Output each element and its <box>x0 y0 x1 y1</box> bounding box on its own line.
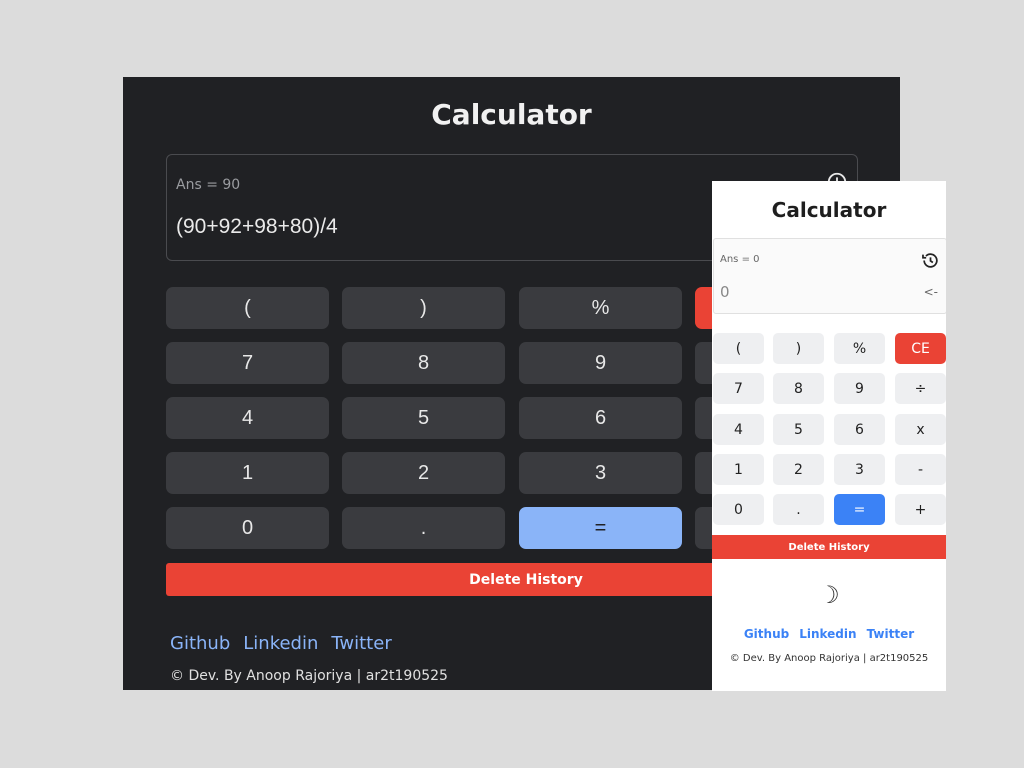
key-plus[interactable]: + <box>895 494 946 525</box>
key-equals[interactable]: = <box>519 507 682 549</box>
key-decimal[interactable]: . <box>342 507 505 549</box>
key-0[interactable]: 0 <box>166 507 329 549</box>
key-8[interactable]: 8 <box>342 342 505 384</box>
key-4[interactable]: 4 <box>166 397 329 439</box>
twitter-link[interactable]: Twitter <box>331 633 391 654</box>
footer-credit: © Dev. By Anoop Rajoriya | ar2t190525 <box>170 668 448 684</box>
key-clear-entry[interactable]: CE <box>895 333 946 364</box>
previous-answer: Ans = 90 <box>176 177 241 193</box>
history-icon[interactable] <box>921 251 940 270</box>
key-7[interactable]: 7 <box>713 373 764 404</box>
key-3[interactable]: 3 <box>834 454 885 485</box>
footer-credit: © Dev. By Anoop Rajoriya | ar2t190525 <box>729 653 929 664</box>
key-5[interactable]: 5 <box>773 414 824 445</box>
key-1[interactable]: 1 <box>713 454 764 485</box>
key-equals[interactable]: = <box>834 494 885 525</box>
key-divide[interactable]: ÷ <box>895 373 946 404</box>
expression-input[interactable]: 0 <box>720 283 730 301</box>
key-percent[interactable]: % <box>519 287 682 329</box>
key-2[interactable]: 2 <box>773 454 824 485</box>
key-0[interactable]: 0 <box>713 494 764 525</box>
footer-links: Github Linkedin Twitter <box>170 633 392 654</box>
key-9[interactable]: 9 <box>834 373 885 404</box>
key-open-paren[interactable]: ( <box>166 287 329 329</box>
key-multiply[interactable]: x <box>895 414 946 445</box>
previous-answer: Ans = 0 <box>720 254 760 265</box>
key-close-paren[interactable]: ) <box>342 287 505 329</box>
key-open-paren[interactable]: ( <box>713 333 764 364</box>
key-2[interactable]: 2 <box>342 452 505 494</box>
key-decimal[interactable]: . <box>773 494 824 525</box>
linkedin-link[interactable]: Linkedin <box>243 633 318 654</box>
page-title: Calculator <box>431 98 592 131</box>
key-6[interactable]: 6 <box>834 414 885 445</box>
key-5[interactable]: 5 <box>342 397 505 439</box>
key-8[interactable]: 8 <box>773 373 824 404</box>
github-link[interactable]: Github <box>170 633 230 654</box>
page-title: Calculator <box>771 198 887 222</box>
linkedin-link[interactable]: Linkedin <box>799 627 856 641</box>
key-4[interactable]: 4 <box>713 414 764 445</box>
key-3[interactable]: 3 <box>519 452 682 494</box>
moon-icon[interactable]: ☽ <box>712 581 946 609</box>
footer-links: Github Linkedin Twitter <box>712 627 946 641</box>
key-6[interactable]: 6 <box>519 397 682 439</box>
key-1[interactable]: 1 <box>166 452 329 494</box>
key-9[interactable]: 9 <box>519 342 682 384</box>
backspace-button[interactable]: <- <box>924 285 938 299</box>
key-close-paren[interactable]: ) <box>773 333 824 364</box>
expression-input[interactable]: (90+92+98+80)/4 <box>176 215 338 239</box>
light-calculator: Calculator Ans = 0 0 <- ( ) % CE 7 8 9 ÷… <box>712 181 946 691</box>
calculator-display: Ans = 0 0 <- <box>713 238 946 314</box>
key-minus[interactable]: - <box>895 454 946 485</box>
key-7[interactable]: 7 <box>166 342 329 384</box>
github-link[interactable]: Github <box>744 627 789 641</box>
delete-history-button[interactable]: Delete History <box>712 535 946 559</box>
key-percent[interactable]: % <box>834 333 885 364</box>
twitter-link[interactable]: Twitter <box>867 627 915 641</box>
